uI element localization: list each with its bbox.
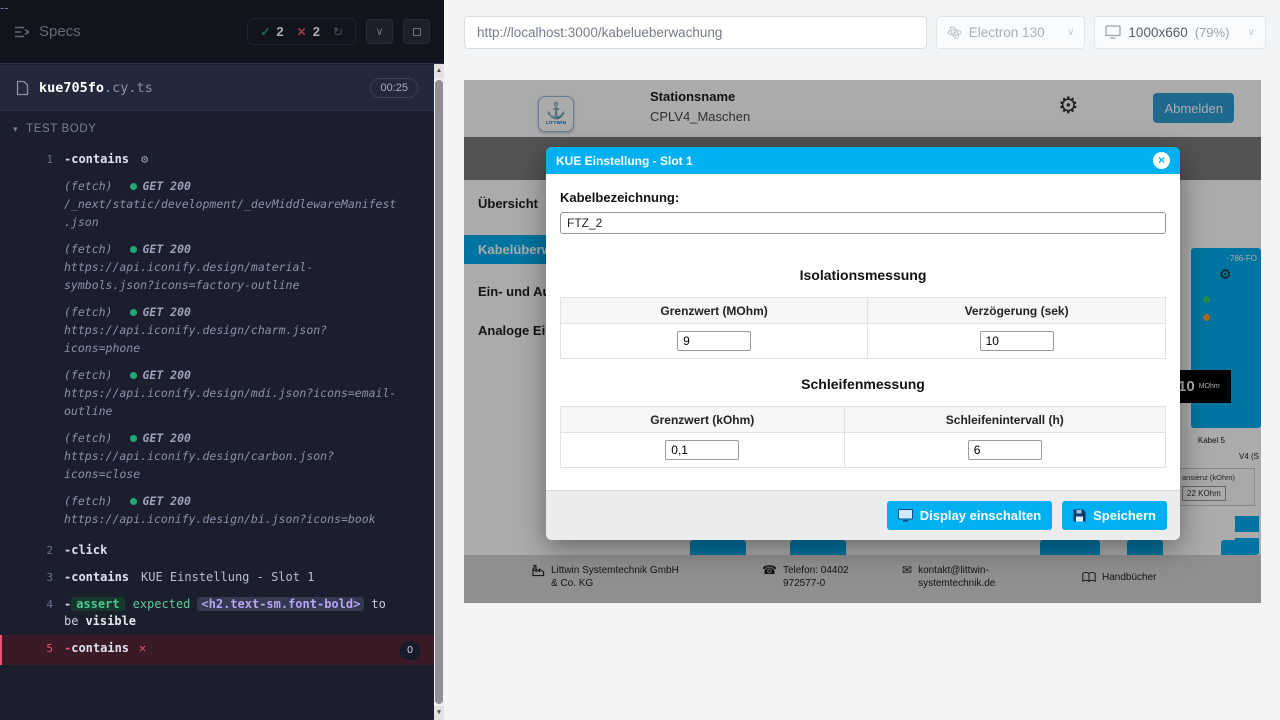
chevron-down-icon: ▾ xyxy=(13,124,18,135)
column-header: Grenzwert (MOhm) xyxy=(561,298,868,324)
spec-file-header[interactable]: kue705fo.cy.ts 00:25 xyxy=(0,65,434,111)
fetch-url: https://api.iconify.design/bi.json?icons… xyxy=(64,510,400,528)
fetch-url: /_next/static/development/_devMiddleware… xyxy=(64,195,400,231)
test-body-toggle[interactable]: ▾ TEST BODY xyxy=(0,112,110,146)
kabelbezeichnung-label: Kabelbezeichnung: xyxy=(560,190,1166,205)
browser-url-bar: Electron 130 ∨ 1000x660 (79%) ∨ xyxy=(444,0,1280,64)
close-icon[interactable]: × xyxy=(1153,152,1170,169)
status-ok-dot xyxy=(130,309,137,316)
grenzwert-kohm-input[interactable] xyxy=(665,440,739,460)
status-ok-dot xyxy=(130,498,137,505)
fetch-log-row[interactable]: (fetch)GET 200 https://api.iconify.desig… xyxy=(64,492,400,528)
stat-pending: ↻ -- xyxy=(333,25,343,39)
monitor-icon xyxy=(898,509,913,522)
viewport-selector[interactable]: 1000x660 (79%) ∨ xyxy=(1094,16,1266,49)
command-row-click[interactable]: 2 click xyxy=(0,537,434,564)
save-floppy-icon xyxy=(1073,509,1086,522)
command-row-contains-3[interactable]: 3 containsKUE Einstellung - Slot 1 xyxy=(0,564,434,591)
schleifenmessung-table: Grenzwert (kOhm) Schleifenintervall (h) xyxy=(560,406,1166,468)
fetch-url: https://api.iconify.design/charm.json?ic… xyxy=(64,321,400,357)
command-log: 1 contains⚙ (fetch)GET 200 /_next/static… xyxy=(0,146,434,665)
column-header: Schleifenintervall (h) xyxy=(844,407,1165,433)
modal-footer: Display einschalten Speichern xyxy=(546,490,1180,540)
fetch-log-row[interactable]: (fetch)GET 200 https://api.iconify.desig… xyxy=(64,366,400,420)
kue-settings-modal: KUE Einstellung - Slot 1 × Kabelbezeichn… xyxy=(546,147,1180,540)
modal-header: KUE Einstellung - Slot 1 × xyxy=(546,147,1180,174)
app-under-test: ⚓ LITTWIN Stationsname CPLV4_Maschen ⚙ A… xyxy=(464,80,1261,603)
fetch-url: https://api.iconify.design/material-symb… xyxy=(64,258,400,294)
fail-x-icon: ✕ xyxy=(139,641,146,655)
reporter-scrollbar[interactable]: ▲ ▼ xyxy=(434,64,444,720)
aut-region: Electron 130 ∨ 1000x660 (79%) ∨ ⚓ LITTWI… xyxy=(444,0,1280,720)
modal-body: Kabelbezeichnung: Isolationsmessung Gren… xyxy=(546,174,1180,490)
attempt-count-badge: 0 xyxy=(400,641,420,660)
assert-selector: <h2.text-sm.font-bold> xyxy=(197,597,364,611)
electron-icon xyxy=(947,25,962,40)
command-row-contains-1[interactable]: 1 contains⚙ xyxy=(0,146,434,173)
isolationsmessung-heading: Isolationsmessung xyxy=(560,267,1166,283)
viewport-monitor-icon xyxy=(1105,25,1121,39)
viewport-size: 1000x660 xyxy=(1128,25,1187,40)
column-header: Grenzwert (kOhm) xyxy=(561,407,845,433)
browser-name: Electron 130 xyxy=(969,25,1045,40)
modal-title: KUE Einstellung - Slot 1 xyxy=(556,154,693,168)
command-row-assert[interactable]: 4 assertexpected<h2.text-sm.font-bold>to… xyxy=(0,591,434,635)
gear-icon: ⚙ xyxy=(141,152,148,166)
cypress-reporter: Specs ✓ 2 ✕ 2 ↻ -- ∨ xyxy=(0,0,444,720)
status-ok-dot xyxy=(130,246,137,253)
status-ok-dot xyxy=(130,435,137,442)
suite-label: TEST BODY xyxy=(26,123,96,135)
display-einschalten-button[interactable]: Display einschalten xyxy=(887,501,1052,530)
scroll-up-arrow[interactable]: ▲ xyxy=(434,64,444,78)
fetch-url: https://api.iconify.design/mdi.json?icon… xyxy=(64,384,400,420)
command-argument: KUE Einstellung - Slot 1 xyxy=(141,570,314,584)
isolationsmessung-table: Grenzwert (MOhm) Verzögerung (sek) xyxy=(560,297,1166,359)
status-ok-dot xyxy=(130,372,137,379)
spec-file-icon xyxy=(16,80,29,96)
spec-file-name: kue705fo.cy.ts xyxy=(39,80,153,96)
verzoegerung-sek-input[interactable] xyxy=(980,331,1054,351)
viewport-zoom: (79%) xyxy=(1195,25,1230,40)
column-header: Verzögerung (sek) xyxy=(868,298,1166,324)
test-stats: ✓ 2 ✕ 2 ↻ -- xyxy=(247,18,356,45)
fetch-log-row[interactable]: (fetch)GET 200 https://api.iconify.desig… xyxy=(64,240,400,294)
reporter-header: Specs ✓ 2 ✕ 2 ↻ -- ∨ xyxy=(0,0,444,64)
chevron-down-icon: ∨ xyxy=(1067,27,1074,38)
scroll-down-arrow[interactable]: ▼ xyxy=(434,706,444,720)
command-row-contains-failed[interactable]: 5 contains✕ 0 xyxy=(0,635,434,665)
url-input[interactable] xyxy=(464,16,927,49)
fetch-log-row[interactable]: (fetch)GET 200 https://api.iconify.desig… xyxy=(64,429,400,483)
chevron-down-icon: ∨ xyxy=(1248,27,1255,38)
fetch-log-row[interactable]: (fetch)GET 200 /_next/static/development… xyxy=(64,177,400,231)
fetch-log-row[interactable]: (fetch)GET 200 https://api.iconify.desig… xyxy=(64,303,400,357)
grenzwert-mohm-input[interactable] xyxy=(677,331,751,351)
speichern-button[interactable]: Speichern xyxy=(1062,501,1167,530)
status-ok-dot xyxy=(130,183,137,190)
kabelbezeichnung-input[interactable] xyxy=(560,212,1166,234)
browser-selector[interactable]: Electron 130 ∨ xyxy=(936,16,1086,49)
schleifenmessung-heading: Schleifenmessung xyxy=(560,376,1166,392)
fetch-url: https://api.iconify.design/carbon.json?i… xyxy=(64,447,400,483)
spec-duration-badge: 00:25 xyxy=(370,78,418,98)
schleifenintervall-input[interactable] xyxy=(968,440,1042,460)
scrollbar-thumb[interactable] xyxy=(435,80,443,704)
assert-badge: assert xyxy=(71,597,124,611)
cypress-runner-window: Specs ✓ 2 ✕ 2 ↻ -- ∨ xyxy=(0,0,1280,720)
